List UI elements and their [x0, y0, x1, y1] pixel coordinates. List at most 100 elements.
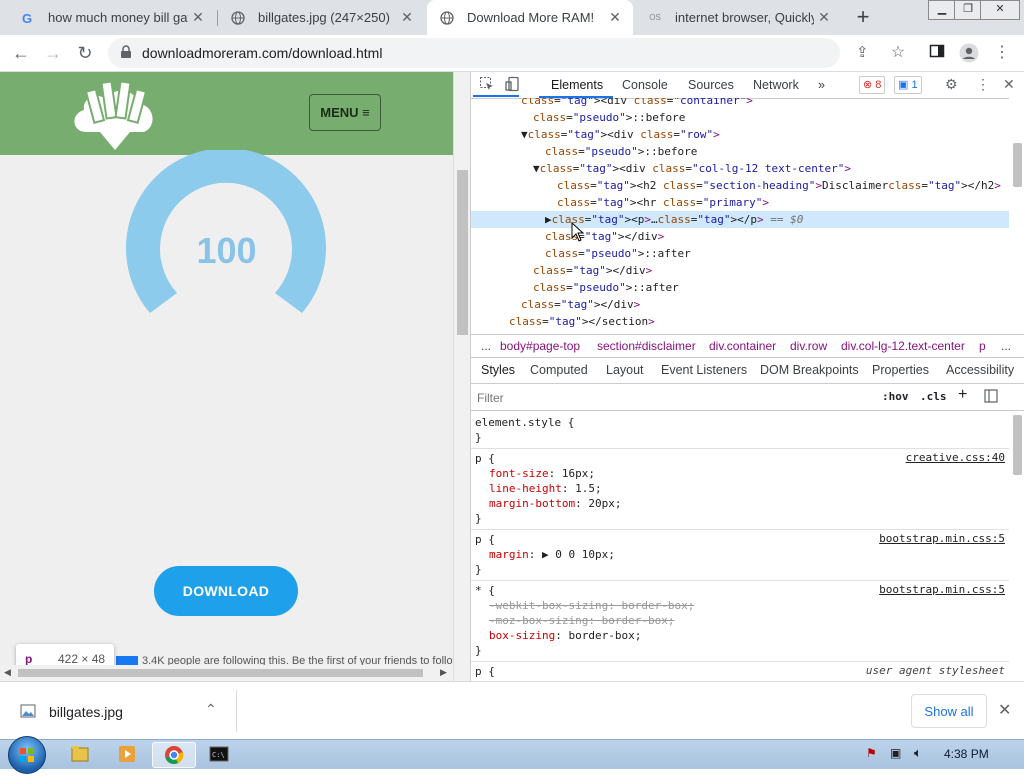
restore-button[interactable]: ❐ [954, 0, 982, 20]
close-icon[interactable]: ✕ [605, 9, 625, 26]
close-icon[interactable]: ✕ [188, 9, 208, 26]
bookmark-star-icon[interactable]: ☆ [888, 43, 908, 63]
subtab-layout[interactable]: Layout [606, 363, 644, 377]
address-bar[interactable]: downloadmoreram.com/download.html ⇪ [108, 38, 869, 68]
message-badge[interactable]: ▣ 1 [894, 76, 922, 94]
subtab-computed[interactable]: Computed [530, 363, 588, 377]
url-text[interactable]: downloadmoreram.com/download.html [142, 45, 382, 61]
rule-selector[interactable]: p { [475, 532, 495, 547]
breadcrumb-item[interactable]: p [979, 339, 986, 353]
inspect-element-icon[interactable] [479, 76, 495, 95]
subtab-event-listeners[interactable]: Event Listeners [661, 363, 747, 377]
rule-selector[interactable]: * { [475, 583, 495, 598]
dom-node-selected[interactable]: ▶class="tag"><p>…class="tag"></p> == $0 [471, 211, 1009, 228]
scroll-left-icon[interactable]: ◀ [4, 667, 11, 678]
subtab-properties[interactable]: Properties [872, 363, 929, 377]
flag-icon[interactable]: ⚑ [866, 746, 877, 760]
dom-node[interactable]: class="pseudo">::after [471, 245, 1009, 262]
style-rule[interactable]: element.style {} [471, 412, 1009, 449]
dom-node[interactable]: class="tag"></div> [471, 262, 1009, 279]
dom-node[interactable]: class="tag"><hr class="primary"> [471, 194, 1009, 211]
dom-node[interactable]: class="tag"></section> [471, 313, 1009, 330]
rule-source-link[interactable]: creative.css:40 [906, 451, 1005, 464]
download-button[interactable]: DOWNLOAD [154, 566, 298, 616]
tab-google-search[interactable]: G how much money bill gate ✕ [8, 0, 216, 35]
more-tabs-button[interactable]: » [818, 78, 825, 92]
scroll-right-icon[interactable]: ▶ [440, 667, 447, 678]
forward-button[interactable]: → [42, 42, 64, 64]
reload-button[interactable]: ↻ [74, 42, 96, 64]
breadcrumb-item[interactable]: body#page-top [500, 339, 580, 353]
style-declaration[interactable]: line-height: 1.5; [489, 481, 602, 496]
rule-source-link[interactable]: bootstrap.min.css:5 [879, 583, 1005, 596]
dom-tree-scrollbar[interactable] [1009, 98, 1024, 334]
rule-source-link[interactable]: bootstrap.min.css:5 [879, 532, 1005, 545]
window-close-button[interactable]: ✕ [980, 0, 1020, 20]
system-clock[interactable]: 4:38 PM [944, 747, 989, 761]
subtab-dom-breakpoints[interactable]: DOM Breakpoints [760, 363, 859, 377]
chevron-up-icon[interactable]: ⌃ [205, 701, 217, 718]
close-devtools-icon[interactable]: ✕ [1003, 76, 1015, 93]
dom-node[interactable]: class="tag"><div class="container"> [471, 98, 1009, 109]
side-panel-icon[interactable] [927, 43, 947, 63]
devtools-menu-icon[interactable]: ⋮ [976, 76, 990, 93]
dom-node[interactable]: class="tag"></div> [471, 296, 1009, 313]
show-all-button[interactable]: Show all [911, 694, 987, 728]
settings-gear-icon[interactable]: ⚙ [945, 76, 958, 93]
style-declaration[interactable]: -moz-box-sizing: border-box; [489, 613, 674, 628]
style-declaration[interactable]: font-size: 16px; [489, 466, 595, 481]
close-icon[interactable]: ✕ [814, 9, 834, 26]
style-declaration[interactable]: -webkit-box-sizing: border-box; [489, 598, 694, 613]
volume-icon[interactable]: 🔈︎ [914, 745, 922, 761]
share-icon[interactable]: ⇪ [856, 43, 869, 61]
add-style-rule-icon[interactable]: + [958, 386, 967, 404]
style-rule[interactable]: p {user agent stylesheetdisplay: block; [471, 661, 1009, 681]
style-rule[interactable]: * { bootstrap.min.css:5 -webkit-box-sizing… [471, 580, 1009, 662]
tab-internet-browser[interactable]: OS internet browser, Quicklys ✕ [635, 0, 842, 35]
styles-filter-input[interactable] [475, 388, 869, 407]
network-icon[interactable]: ▣ [890, 746, 901, 760]
breadcrumb-item[interactable]: div.col-lg-12.text-center [841, 339, 965, 353]
start-button[interactable] [8, 736, 46, 774]
close-shelf-icon[interactable]: ✕ [998, 700, 1011, 720]
dom-tree[interactable]: class="tag"><div class="container"> class… [471, 98, 1009, 334]
breadcrumb-ellipsis[interactable]: ... [1001, 339, 1011, 353]
kebab-menu-icon[interactable]: ⋮ [992, 43, 1012, 63]
tab-download-more-ram[interactable]: Download More RAM! ✕ [427, 0, 633, 35]
breadcrumb-item[interactable]: section#disclaimer [597, 339, 696, 353]
horizontal-scrollbar[interactable]: ◀ ▶ [0, 665, 453, 681]
dom-node[interactable]: class="tag"></div> [471, 228, 1009, 245]
profile-avatar[interactable] [959, 43, 979, 63]
scrollbar-thumb[interactable] [18, 669, 423, 677]
page-vertical-scrollbar[interactable] [453, 72, 471, 681]
breadcrumb-item[interactable]: div.row [790, 339, 827, 353]
rule-selector[interactable]: p { [475, 451, 495, 466]
style-declaration[interactable]: box-sizing: border-box; [489, 628, 641, 643]
tab-elements[interactable]: Elements [551, 78, 603, 92]
rule-selector[interactable]: element.style { [475, 415, 574, 430]
close-icon[interactable]: ✕ [397, 9, 417, 26]
dom-node[interactable]: class="pseudo">::before [471, 109, 1009, 126]
back-button[interactable]: ← [10, 42, 32, 64]
scrollbar-thumb[interactable] [1013, 415, 1022, 475]
taskbar-cmd[interactable]: C:\ [198, 742, 240, 766]
minimize-button[interactable]: ▁ [928, 0, 956, 20]
style-rule[interactable]: p { creative.css:40 font-size: 16px; line-h… [471, 448, 1009, 530]
taskbar-media-player[interactable] [106, 742, 148, 766]
dom-node[interactable]: class="pseudo">::after [471, 279, 1009, 296]
taskbar-chrome[interactable] [152, 742, 196, 768]
device-toolbar-icon[interactable] [505, 76, 521, 95]
tab-network[interactable]: Network [753, 78, 799, 92]
styles-scrollbar[interactable] [1009, 411, 1024, 681]
scrollbar-thumb[interactable] [457, 170, 468, 335]
scrollbar-thumb[interactable] [1013, 143, 1022, 187]
rule-selector[interactable]: p { [475, 664, 495, 679]
facebook-like-bar[interactable] [116, 656, 138, 665]
breadcrumb-ellipsis[interactable]: ... [481, 339, 491, 353]
subtab-styles[interactable]: Styles [481, 363, 515, 377]
dom-node[interactable]: class="pseudo">::before [471, 143, 1009, 160]
dom-node[interactable]: ▼class="tag"><div class="row"> [471, 126, 1009, 143]
style-rule[interactable]: p {bootstrap.min.css:5 margin: ▶ 0 0 10px… [471, 529, 1009, 581]
error-badge[interactable]: ⊗ 8 [859, 76, 886, 94]
taskbar-explorer[interactable] [58, 742, 100, 766]
